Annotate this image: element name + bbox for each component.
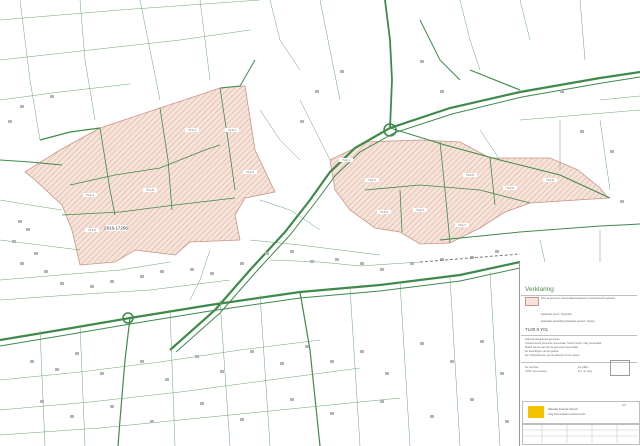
title-block-sheet: A3 <box>622 403 626 407</box>
title-block-title: Situatie Twente Noord <box>548 407 578 411</box>
legend-divider <box>521 335 637 336</box>
parcel-label[interactable]: TL2-3 <box>380 210 388 214</box>
parcel-label[interactable]: TL2-8 <box>546 178 554 182</box>
legend-note-1: Kaart als aangegeven gemeente <box>525 338 560 341</box>
legend-note-4: De beperkingen van het gebied <box>525 350 559 353</box>
legend-divider <box>521 295 637 296</box>
parcel-label[interactable]: TL2-2 <box>368 178 376 182</box>
legend-item-2-text: kadastrale grens / Topografie <box>541 313 572 316</box>
signature-role-1: De voorzitter <box>525 366 539 369</box>
legend-item-3-text: Kadastrale aanduiding kadastrale perceel… <box>541 320 595 323</box>
parcel-label[interactable]: TL2-4 <box>416 208 424 212</box>
signature-name-2: W.J. de Jong <box>578 370 592 373</box>
title-block-grid-lines <box>522 424 638 443</box>
title-block-subtitle: Vlag Veenendaal voorkeursrecht <box>548 413 586 416</box>
parcel-label[interactable]: TL2-6 <box>506 186 514 190</box>
legend-title: Verklaring <box>525 286 554 293</box>
stamp-box <box>610 360 630 376</box>
legend-swatch-voorkeursrecht <box>525 297 539 306</box>
signature-role-2: De griffier <box>578 366 589 369</box>
parcel-label[interactable]: TL2-1 <box>342 158 350 162</box>
legend-note-5: De rechthebbenden van de gebieden in het… <box>525 354 580 357</box>
parcel-label[interactable]: TL2-7 <box>458 223 466 227</box>
signature-name-1: H.P.M. van Leeuwen <box>525 370 547 373</box>
legend-code: TL00 8 Y01 <box>525 327 549 332</box>
legend-note-3: Besluit van de raad van de gemeente Veen… <box>525 346 578 349</box>
parcel-label[interactable]: TL1-2 <box>228 128 236 132</box>
legend-item-1-text: Door de gemeente Veenendaal aangewezen v… <box>541 297 616 300</box>
parcel-label[interactable]: TL1-4 <box>86 193 94 197</box>
parcel-label[interactable]: TL1-1 <box>188 128 196 132</box>
organisation-logo <box>528 406 544 418</box>
legend-note-2: Voorkeursrecht gemeente Veenendaal, Twen… <box>525 342 602 345</box>
parcel-label[interactable]: TL1-6 <box>88 228 96 232</box>
parcel-label[interactable]: TL1-3 <box>246 170 254 174</box>
parcel-label[interactable]: 2016-17266 <box>104 226 128 231</box>
parcel-label[interactable]: TL1-5 <box>146 188 154 192</box>
parcel-label[interactable]: TL2-5 <box>466 173 474 177</box>
